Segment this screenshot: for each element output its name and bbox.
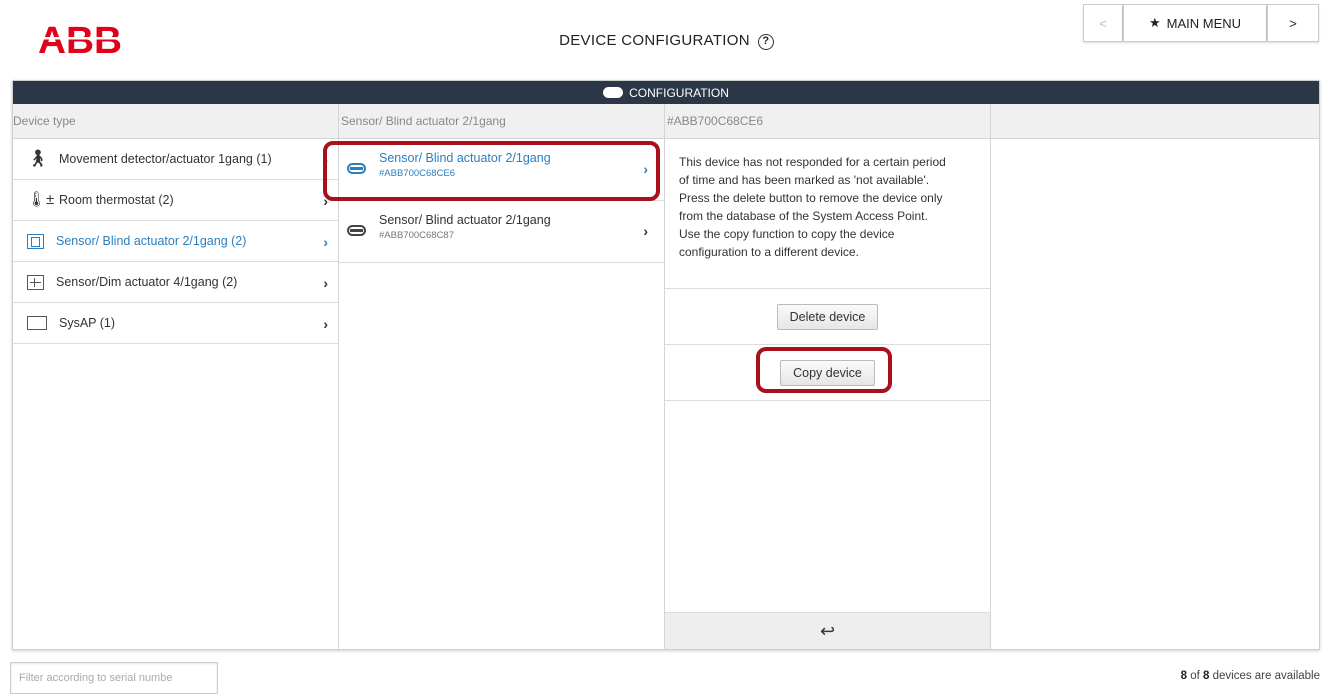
chevron-right-icon: › (323, 275, 328, 291)
device-detail-header-label: #ABB700C68CE6 (667, 114, 764, 128)
abb-logo: ABB (38, 22, 122, 56)
top-nav: < ★ MAIN MENU > (1083, 4, 1319, 42)
device-count-status: 8 of 8 devices are available (1181, 670, 1320, 682)
configuration-panel: CONFIGURATION Device type 🚶︎ Movement de… (12, 80, 1320, 650)
device-type-label: SysAP (1) (59, 316, 116, 330)
configuration-icon (603, 87, 624, 98)
empty-column (991, 104, 1319, 649)
copy-row: Copy device (665, 345, 990, 401)
chevron-right-icon: > (1289, 15, 1297, 31)
device-type-item-movement-detector[interactable]: 🚶︎ Movement detector/actuator 1gang (1) … (13, 139, 338, 180)
device-list-column: Sensor/ Blind actuator 2/1gang Sensor/ B… (339, 104, 665, 649)
configuration-bar: CONFIGURATION (13, 81, 1319, 104)
empty-column-header (991, 104, 1319, 139)
device-icon (347, 163, 366, 174)
message-line: Press the delete button to remove the de… (679, 191, 943, 205)
device-type-header-label: Device type (13, 114, 76, 128)
star-icon: ★ (1148, 15, 1161, 30)
dim-actuator-icon (27, 274, 44, 290)
device-type-label: Sensor/Dim actuator 4/1gang (2) (56, 275, 238, 289)
device-type-item-blind-actuator[interactable]: Sensor/ Blind actuator 2/1gang (2) › (13, 221, 338, 262)
status-total: 8 (1202, 670, 1210, 682)
device-type-label: Sensor/ Blind actuator 2/1gang (2) (56, 234, 247, 248)
device-type-label: Movement detector/actuator 1gang (1) (59, 152, 272, 166)
back-button[interactable]: ↩ (665, 612, 990, 649)
status-of: of (1190, 670, 1200, 682)
main-menu-button[interactable]: ★ MAIN MENU (1123, 4, 1267, 42)
delete-device-button[interactable]: Delete device (776, 303, 879, 330)
chevron-right-icon: › (323, 234, 328, 250)
device-serial: #ABB700C68C87 (379, 230, 454, 241)
device-type-item-room-thermostat[interactable]: 🌡± Room thermostat (2) › (13, 180, 338, 221)
previous-button[interactable]: < (1083, 4, 1123, 42)
page-title: DEVICE CONFIGURATION (559, 32, 750, 49)
device-detail-header: #ABB700C68CE6 (665, 104, 990, 139)
chevron-left-icon: < (1099, 15, 1107, 31)
message-line: This device has not responded for a cert… (679, 155, 946, 169)
movement-detector-icon: 🚶︎ (27, 149, 49, 168)
device-name: Sensor/ Blind actuator 2/1gang (379, 151, 551, 165)
device-configuration-screen: ABB DEVICE CONFIGURATION? < ★ MAIN MENU … (0, 0, 1333, 700)
configuration-bar-label: CONFIGURATION (629, 85, 729, 100)
device-icon (347, 225, 366, 236)
serial-filter-input[interactable] (10, 662, 218, 694)
device-list-header-label: Sensor/ Blind actuator 2/1gang (341, 114, 506, 128)
delete-row: Delete device (665, 289, 990, 345)
blind-actuator-icon (27, 233, 44, 249)
device-list-header: Sensor/ Blind actuator 2/1gang (339, 104, 664, 139)
sysap-icon (27, 316, 47, 330)
back-arrow-icon: ↩ (819, 620, 836, 641)
device-type-label: Room thermostat (2) (59, 193, 174, 207)
message-line: Use the copy function to copy the device (679, 227, 895, 241)
device-detail-column: #ABB700C68CE6 This device has not respon… (665, 104, 991, 649)
copy-device-button[interactable]: Copy device (780, 359, 875, 386)
device-name: Sensor/ Blind actuator 2/1gang (379, 213, 551, 227)
chevron-right-icon: › (643, 161, 648, 177)
message-line: from the database of the System Access P… (679, 209, 928, 223)
chevron-right-icon: › (643, 223, 648, 239)
main-menu-label: MAIN MENU (1166, 15, 1242, 31)
device-type-item-sysap[interactable]: SysAP (1) › (13, 303, 338, 344)
status-count: 8 (1180, 670, 1187, 682)
not-available-message: This device has not responded for a cert… (665, 139, 990, 289)
device-item[interactable]: Sensor/ Blind actuator 2/1gang #ABB700C6… (339, 201, 664, 263)
chevron-right-icon: › (323, 193, 328, 209)
message-line: configuration to a different device. (679, 245, 859, 259)
status-suffix: devices are available (1212, 670, 1320, 682)
thermostat-icon: 🌡± (27, 191, 55, 208)
message-line: of time and has been marked as 'not avai… (679, 173, 930, 187)
help-icon[interactable]: ? (757, 34, 774, 50)
device-type-column: Device type 🚶︎ Movement detector/actuato… (13, 104, 339, 649)
device-serial: #ABB700C68CE6 (379, 168, 456, 179)
chevron-right-icon: › (323, 316, 328, 332)
device-item[interactable]: Sensor/ Blind actuator 2/1gang #ABB700C6… (339, 139, 664, 201)
device-type-header: Device type (13, 104, 338, 139)
device-type-item-dim-actuator[interactable]: Sensor/Dim actuator 4/1gang (2) › (13, 262, 338, 303)
chevron-right-icon: › (323, 152, 328, 168)
next-button[interactable]: > (1267, 4, 1319, 42)
